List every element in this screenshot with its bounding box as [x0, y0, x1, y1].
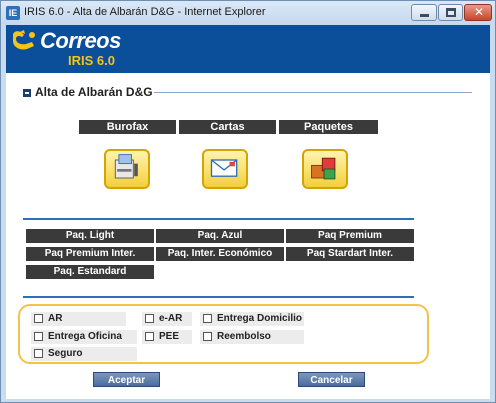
tab-burofax[interactable]: Burofax [79, 120, 176, 134]
paq-estandard-button[interactable]: Paq. Estandard [26, 265, 154, 279]
browser-window: IE IRIS 6.0 - Alta de Albarán D&G - Inte… [0, 0, 496, 403]
option-label: Entrega Oficina [48, 331, 122, 342]
option-e-ar[interactable]: e-AR [142, 312, 192, 326]
option-pee[interactable]: PEE [142, 330, 192, 344]
paq-standard-inter-button[interactable]: Paq Stardart Inter. [286, 247, 414, 261]
title-bar[interactable]: IE IRIS 6.0 - Alta de Albarán D&G - Inte… [1, 1, 495, 25]
paq-inter-economico-button[interactable]: Paq. Inter. Económico [156, 247, 284, 261]
product-name: IRIS 6.0 [68, 53, 115, 68]
option-label: AR [48, 313, 63, 324]
option-ar[interactable]: AR [31, 312, 126, 326]
checkbox[interactable] [145, 332, 154, 341]
divider [23, 296, 414, 298]
checkbox[interactable] [203, 314, 212, 323]
checkbox[interactable] [145, 314, 154, 323]
option-entrega-oficina[interactable]: Entrega Oficina [31, 330, 137, 344]
tab-paquetes[interactable]: Paquetes [279, 120, 378, 134]
app-header: Correos IRIS 6.0 [6, 25, 490, 73]
brand-name: Correos [40, 28, 121, 53]
main-content: Alta de Albarán D&G Burofax Cartas Paque… [6, 73, 490, 399]
option-label: PEE [159, 331, 180, 342]
paq-light-button[interactable]: Paq. Light [26, 229, 154, 243]
section-title: Alta de Albarán D&G [35, 85, 153, 99]
tab-cartas[interactable]: Cartas [179, 120, 276, 134]
close-button[interactable]: ✕ [464, 4, 492, 21]
paq-azul-button[interactable]: Paq. Azul [156, 229, 284, 243]
options-panel: AR e-AR Entrega Domicilio Entrega Oficin… [18, 304, 429, 364]
option-label: Entrega Domicilio [217, 313, 303, 324]
option-label: e-AR [159, 313, 183, 324]
checkbox[interactable] [34, 332, 43, 341]
maximize-icon [446, 8, 456, 17]
accept-button[interactable]: Aceptar [93, 372, 160, 387]
option-label: Reembolso [217, 331, 271, 342]
burofax-icon[interactable] [104, 149, 150, 189]
window-title: IRIS 6.0 - Alta de Albarán D&G - Interne… [24, 6, 266, 18]
section-divider [154, 92, 472, 93]
option-label: Seguro [48, 348, 83, 359]
option-seguro[interactable]: Seguro [31, 347, 137, 361]
maximize-button[interactable] [438, 4, 463, 21]
post-horn-logo-icon [13, 30, 35, 50]
packages-icon[interactable] [302, 149, 348, 189]
option-reembolso[interactable]: Reembolso [200, 330, 304, 344]
minimize-icon [420, 14, 429, 17]
close-icon: ✕ [474, 5, 485, 19]
paq-premium-button[interactable]: Paq Premium [286, 229, 414, 243]
option-entrega-domicilio[interactable]: Entrega Domicilio [200, 312, 304, 326]
envelope-icon[interactable] [202, 149, 248, 189]
paq-premium-inter-button[interactable]: Paq Premium Inter. [26, 247, 154, 261]
expand-section-icon[interactable] [23, 89, 31, 97]
divider [23, 218, 414, 220]
checkbox[interactable] [34, 314, 43, 323]
checkbox[interactable] [203, 332, 212, 341]
minimize-button[interactable] [411, 4, 437, 21]
cancel-button[interactable]: Cancelar [298, 372, 365, 387]
checkbox[interactable] [34, 349, 43, 358]
ie-icon: IE [6, 6, 20, 20]
